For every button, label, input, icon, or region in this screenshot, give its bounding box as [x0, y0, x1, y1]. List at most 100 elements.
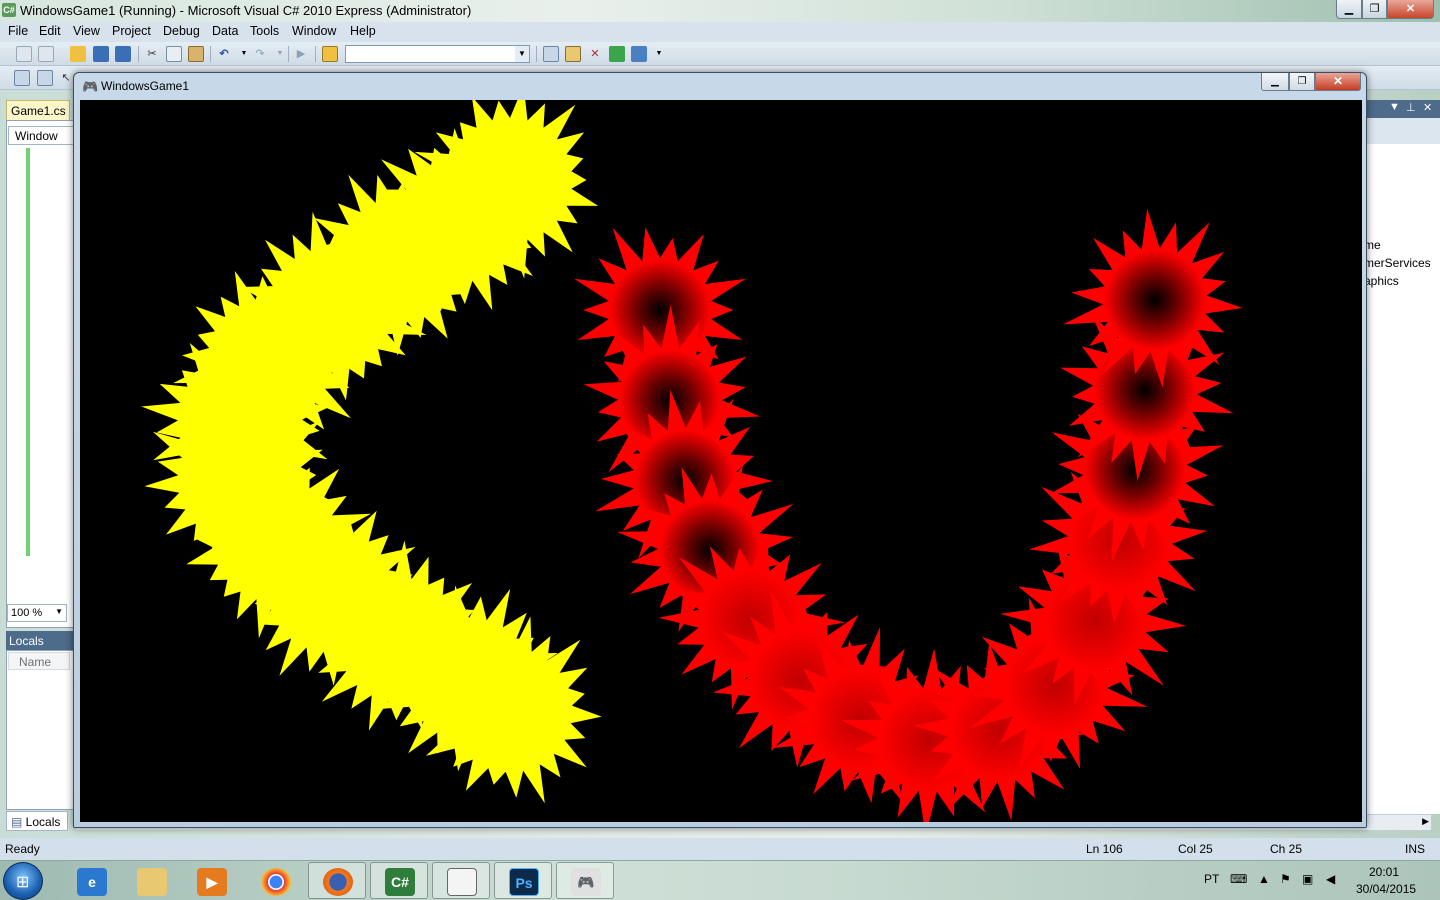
menu-edit[interactable]: Edit	[39, 24, 61, 38]
extension-icon[interactable]	[631, 46, 647, 62]
language-indicator[interactable]: PT	[1204, 872, 1219, 886]
vs-window-title: WindowsGame1 (Running) - Microsoft Visua…	[20, 3, 472, 18]
toolbar-options-icon[interactable]: ▼	[651, 46, 667, 62]
vs-close-button[interactable]: ✕	[1387, 0, 1434, 19]
file-explorer-icon	[137, 868, 167, 896]
toolbar-separator	[210, 46, 211, 62]
taskbar-visual-csharp[interactable]: C#	[370, 862, 428, 899]
taskbar-notepad[interactable]	[432, 862, 490, 899]
solution-configuration-combo[interactable]: ▼	[345, 45, 530, 63]
action-center-icon[interactable]: ⚑	[1280, 872, 1291, 886]
start-button[interactable]: ⊞	[3, 862, 43, 900]
editor-change-margin	[26, 148, 30, 556]
show-hidden-icons-icon[interactable]: ▲	[1258, 872, 1270, 886]
clock-date[interactable]: 30/04/2015	[1356, 882, 1416, 896]
cut-icon[interactable]: ✂	[144, 46, 160, 62]
keyboard-icon[interactable]: ⌨	[1230, 872, 1247, 886]
status-insert-mode: INS	[1405, 842, 1426, 856]
red-u-shape	[574, 208, 1243, 822]
locals-tab[interactable]: ▤ Locals	[6, 811, 68, 831]
cursor-icon[interactable]: ↖	[58, 70, 74, 86]
start-page-icon[interactable]	[609, 46, 625, 62]
game-controller-icon: 🎮	[571, 868, 601, 896]
vs-maximize-button[interactable]: ❐	[1362, 0, 1387, 19]
redo-dropdown-icon[interactable]: ▼	[272, 46, 288, 62]
game-controller-icon: 🎮	[82, 79, 99, 94]
game-canvas[interactable]	[80, 100, 1362, 822]
find-icon[interactable]	[322, 46, 338, 62]
undo-icon[interactable]: ↶	[216, 46, 232, 62]
menu-debug[interactable]: Debug	[163, 24, 200, 38]
start-debug-icon[interactable]: ▶	[293, 46, 309, 62]
toolbar-separator	[288, 46, 289, 62]
tree-item[interactable]: aphics	[1364, 274, 1399, 288]
locals-panel[interactable]	[6, 650, 74, 810]
menu-window[interactable]: Window	[292, 24, 336, 38]
pin-icon[interactable]: ⊥	[1406, 101, 1416, 114]
undo-dropdown-icon[interactable]: ▼	[236, 46, 252, 62]
menu-tools[interactable]: Tools	[250, 24, 279, 38]
status-char: Ch 25	[1270, 842, 1303, 856]
taskbar-game[interactable]: 🎮	[556, 862, 614, 899]
red-blob-core	[1105, 250, 1205, 350]
tree-item[interactable]: merServices	[1364, 256, 1431, 270]
game-minimize-button[interactable]: ▁	[1261, 73, 1289, 91]
taskbar-file-explorer[interactable]	[122, 862, 180, 899]
locals-panel-title: Locals	[6, 631, 74, 650]
toolbar-separator	[315, 46, 316, 62]
editor-tab-game1[interactable]: Game1.cs	[6, 100, 70, 120]
chevron-right-icon[interactable]: ▶	[1422, 816, 1429, 827]
menu-view[interactable]: View	[73, 24, 100, 38]
menu-help[interactable]: Help	[350, 24, 376, 38]
clock-time[interactable]: 20:01	[1369, 865, 1399, 879]
game-window[interactable]: 🎮 WindowsGame1 ▁ ❐ ✕	[73, 72, 1367, 828]
zoom-combo[interactable]: 100 % ▼	[7, 604, 67, 622]
properties-icon[interactable]	[565, 46, 581, 62]
game-maximize-button[interactable]: ❐	[1289, 73, 1315, 91]
save-all-icon[interactable]	[115, 46, 131, 62]
menu-file[interactable]: File	[8, 24, 28, 38]
taskbar-photoshop[interactable]: Ps	[494, 862, 552, 899]
save-icon[interactable]	[93, 46, 109, 62]
watch-icon[interactable]	[14, 70, 30, 86]
windows-logo-icon: ⊞	[16, 874, 30, 891]
chevron-down-icon[interactable]: ▼	[515, 46, 529, 62]
copy-icon[interactable]	[166, 46, 182, 62]
class-navigation-combo[interactable]: Window	[8, 126, 74, 145]
add-item-icon[interactable]	[38, 46, 54, 62]
solution-explorer-icon[interactable]	[543, 46, 559, 62]
media-player-icon: ▶	[197, 868, 227, 896]
new-project-icon[interactable]	[16, 46, 32, 62]
redo-icon[interactable]: ↷	[252, 46, 268, 62]
step-icon[interactable]	[37, 70, 53, 86]
photoshop-icon: Ps	[509, 868, 539, 896]
toolbar-separator	[138, 46, 139, 62]
yellow-c-shape	[141, 100, 602, 804]
notepad-icon	[447, 868, 477, 896]
toolbox-icon[interactable]: ✕	[587, 46, 603, 62]
volume-icon[interactable]: ◀	[1326, 872, 1335, 886]
vs-titlebar: C# WindowsGame1 (Running) - Microsoft Vi…	[0, 0, 1440, 22]
taskbar-internet-explorer[interactable]: e	[62, 862, 120, 899]
chevron-down-icon[interactable]: ▼	[55, 607, 63, 616]
menu-data[interactable]: Data	[212, 24, 238, 38]
game-titlebar[interactable]: 🎮 WindowsGame1 ▁ ❐ ✕	[74, 73, 1366, 101]
chevron-down-icon[interactable]: ▼	[1389, 101, 1400, 113]
game-window-title: WindowsGame1	[101, 79, 190, 93]
network-icon[interactable]: ▣	[1302, 872, 1313, 886]
taskbar-firefox[interactable]	[308, 862, 366, 899]
close-icon[interactable]: ✕	[1423, 101, 1432, 114]
taskbar-chrome[interactable]	[246, 862, 304, 899]
taskbar-media-player[interactable]: ▶	[182, 862, 240, 899]
code-editor[interactable]	[6, 120, 74, 628]
class-combo-value: Window	[15, 129, 58, 143]
paste-icon[interactable]	[188, 46, 204, 62]
chrome-icon	[261, 868, 291, 896]
solution-explorer-header: ▼ ⊥ ✕	[1365, 100, 1440, 118]
menu-project[interactable]: Project	[112, 24, 151, 38]
vs-standard-toolbar: ✂ ↶ ▼ ↷ ▼ ▶ ▼ ✕ ▼	[0, 42, 1440, 66]
open-icon[interactable]	[70, 46, 86, 62]
game-close-button[interactable]: ✕	[1315, 73, 1361, 91]
locals-name-column[interactable]: Name	[8, 652, 70, 670]
vs-minimize-button[interactable]: ▁	[1336, 0, 1362, 19]
